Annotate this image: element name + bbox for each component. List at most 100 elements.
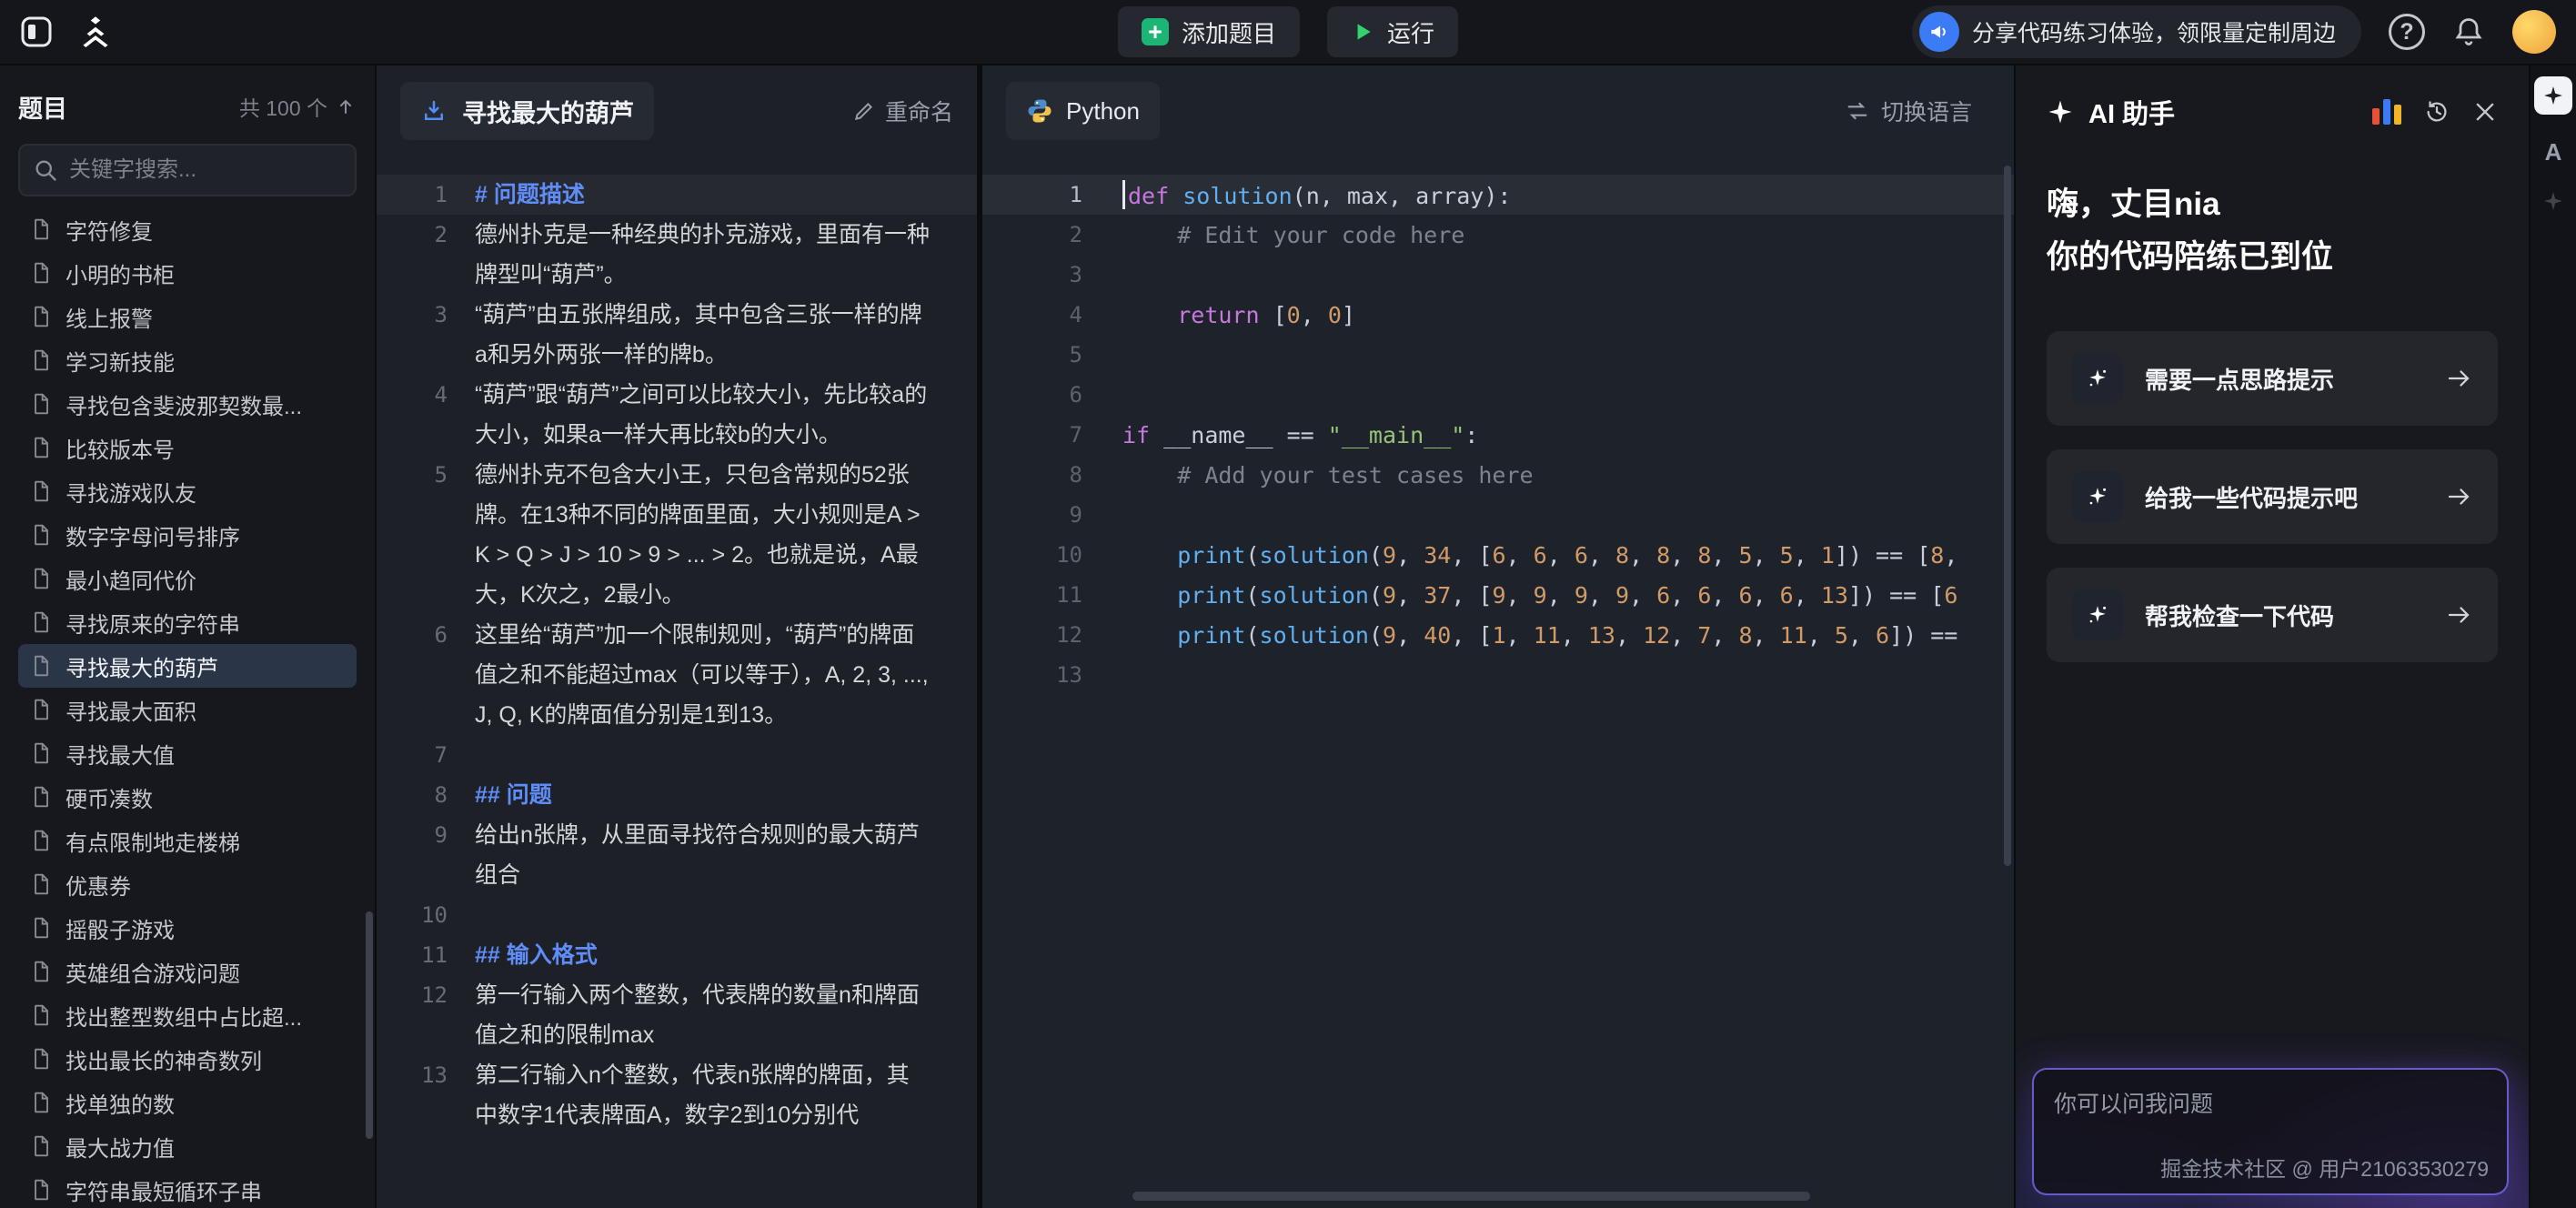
sidebar-item[interactable]: 寻找原来的字符串 — [18, 600, 357, 644]
language-chip[interactable]: Python — [1006, 82, 1160, 140]
sidebar-item[interactable]: 找单独的数 — [18, 1081, 357, 1124]
sidebar-item[interactable]: 优惠券 — [18, 862, 357, 906]
ai-suggestion-card[interactable]: 给我一些代码提示吧 — [2047, 449, 2498, 544]
sidebar-item[interactable]: 最大战力值 — [18, 1124, 357, 1168]
sidebar-item[interactable]: 找出整型数组中占比超... — [18, 993, 357, 1037]
play-icon — [1351, 20, 1374, 44]
rename-button[interactable]: 重命名 — [852, 95, 953, 127]
line-number: 12 — [982, 622, 1082, 648]
activity-flag-icon[interactable] — [2372, 99, 2401, 125]
code-line[interactable]: 10 print(solution(9, 34, [6, 6, 6, 8, 8,… — [982, 535, 2014, 575]
ai-greeting: 嗨，丈目nia 你的代码陪练已到位 — [2047, 178, 2498, 284]
user-avatar[interactable] — [2512, 10, 2556, 54]
problem-line: 1# 问题描述 — [377, 175, 977, 215]
card-label: 给我一些代码提示吧 — [2145, 480, 2358, 514]
sidebar-item[interactable]: 寻找游戏队友 — [18, 469, 357, 513]
code-line[interactable]: 8 # Add your test cases here — [982, 455, 2014, 495]
code-line[interactable]: 13 — [982, 655, 2014, 695]
sidebar-item-label: 寻找原来的字符串 — [65, 607, 240, 639]
magic-icon — [2086, 485, 2109, 508]
ai-suggestion-card[interactable]: 帮我检查一下代码 — [2047, 568, 2498, 662]
document-icon — [29, 523, 53, 547]
code-text: def solution(n, max, array): — [1122, 180, 1511, 209]
ai-input-box[interactable]: 掘金技术社区 @ 用户21063530279 — [2032, 1068, 2509, 1195]
help-icon[interactable]: ? — [2389, 14, 2425, 50]
editor-vertical-scrollbar[interactable] — [2004, 166, 2011, 866]
code-line[interactable]: 4 return [0, 0] — [982, 295, 2014, 335]
code-line[interactable]: 6 — [982, 375, 2014, 415]
switch-language-button[interactable]: 切换语言 — [1845, 95, 1972, 127]
line-number: 4 — [982, 302, 1082, 327]
ai-suggestion-card[interactable]: 需要一点思路提示 — [2047, 331, 2498, 426]
editor-header: Python 切换语言 — [982, 65, 2014, 156]
card-label: 需要一点思路提示 — [2145, 362, 2334, 396]
sidebar-item[interactable]: 寻找最大的葫芦 — [18, 644, 357, 688]
history-icon[interactable] — [2423, 98, 2450, 126]
sidebar-item[interactable]: 找出最长的神奇数列 — [18, 1037, 357, 1081]
ai-greeting-line1: 嗨，丈目nia — [2047, 178, 2498, 231]
strip-a-button[interactable]: A — [2545, 138, 2562, 166]
problem-text: ## 输入格式 — [475, 935, 930, 975]
promo-banner[interactable]: 分享代码练习体验，领限量定制周边 — [1912, 5, 2361, 58]
brand-logo-icon[interactable] — [75, 15, 116, 49]
megaphone-icon — [1919, 12, 1959, 52]
ai-question-input[interactable] — [2054, 1086, 2487, 1152]
sidebar-item[interactable]: 寻找最大面积 — [18, 688, 357, 731]
sidebar-item[interactable]: 数字字母问号排序 — [18, 513, 357, 557]
search-input[interactable] — [69, 157, 342, 183]
sidebar-item-label: 硬币凑数 — [65, 781, 153, 813]
sidebar-item[interactable]: 英雄组合游戏问题 — [18, 950, 357, 993]
sidebar-item[interactable]: 字符串最短循环子串 — [18, 1168, 357, 1208]
problem-title-chip[interactable]: 寻找最大的葫芦 — [400, 82, 654, 140]
bell-icon[interactable] — [2452, 15, 2485, 48]
sidebar-item[interactable]: 字符修复 — [18, 207, 357, 251]
run-button[interactable]: 运行 — [1327, 6, 1458, 57]
arrow-right-icon — [2445, 483, 2472, 510]
document-icon — [29, 392, 53, 416]
code-line[interactable]: 3 — [982, 255, 2014, 295]
close-icon[interactable] — [2472, 99, 2498, 125]
sidebar-item[interactable]: 寻找最大值 — [18, 731, 357, 775]
problem-panel-header: 寻找最大的葫芦 重命名 — [377, 65, 977, 156]
sidebar-item[interactable]: 线上报警 — [18, 295, 357, 338]
code-line[interactable]: 5 — [982, 335, 2014, 375]
problem-line: 7 — [377, 735, 977, 775]
strip-sparkle-icon[interactable] — [2542, 190, 2564, 212]
sidebar-item[interactable]: 寻找包含斐波那契数最... — [18, 382, 357, 426]
document-icon — [29, 567, 53, 590]
problem-line: 10 — [377, 895, 977, 935]
code-line[interactable]: 12 print(solution(9, 40, [1, 11, 13, 12,… — [982, 615, 2014, 655]
search-icon — [33, 157, 58, 183]
board-logo-icon[interactable] — [20, 15, 53, 48]
sidebar-item[interactable]: 小明的书柜 — [18, 251, 357, 295]
ai-watermark: 掘金技术社区 @ 用户21063530279 — [2160, 1152, 2489, 1183]
sidebar-item[interactable]: 硬币凑数 — [18, 775, 357, 819]
card-icon-tile — [2072, 589, 2123, 640]
code-line[interactable]: 9 — [982, 495, 2014, 535]
code-lines[interactable]: 1def solution(n, max, array):2 # Edit yo… — [982, 156, 2014, 1208]
code-line[interactable]: 11 print(solution(9, 37, [9, 9, 9, 9, 6,… — [982, 575, 2014, 615]
right-strip: A — [2529, 65, 2576, 1208]
sidebar-item[interactable]: 有点限制地走楼梯 — [18, 819, 357, 862]
problem-line: 9给出n张牌，从里面寻找符合规则的最大葫芦组合 — [377, 815, 977, 895]
sidebar-scrollbar[interactable] — [366, 911, 373, 1139]
ai-launcher-button[interactable] — [2534, 76, 2572, 115]
editor-horizontal-scrollbar[interactable] — [1132, 1192, 1810, 1201]
sidebar-item-label: 找出最长的神奇数列 — [65, 1043, 262, 1075]
sidebar-item[interactable]: 最小趋同代价 — [18, 557, 357, 600]
sidebar-item[interactable]: 比较版本号 — [18, 426, 357, 469]
line-number: 10 — [982, 542, 1082, 568]
add-question-button[interactable]: + 添加题目 — [1118, 6, 1300, 57]
code-text: # Edit your code here — [1122, 222, 1464, 248]
code-line[interactable]: 1def solution(n, max, array): — [982, 175, 2014, 215]
code-line[interactable]: 2 # Edit your code here — [982, 215, 2014, 255]
card-label: 帮我检查一下代码 — [2145, 599, 2334, 632]
sidebar-item[interactable]: 摇骰子游戏 — [18, 906, 357, 950]
arrow-up-icon[interactable] — [335, 96, 357, 117]
code-line[interactable]: 7if __name__ == "__main__": — [982, 415, 2014, 455]
document-icon — [29, 348, 53, 372]
document-icon — [29, 916, 53, 940]
sidebar-item[interactable]: 学习新技能 — [18, 338, 357, 382]
sidebar-item-label: 优惠券 — [65, 869, 131, 901]
problem-content[interactable]: 1# 问题描述2德州扑克是一种经典的扑克游戏，里面有一种牌型叫“葫芦”。3“葫芦… — [377, 156, 977, 1208]
